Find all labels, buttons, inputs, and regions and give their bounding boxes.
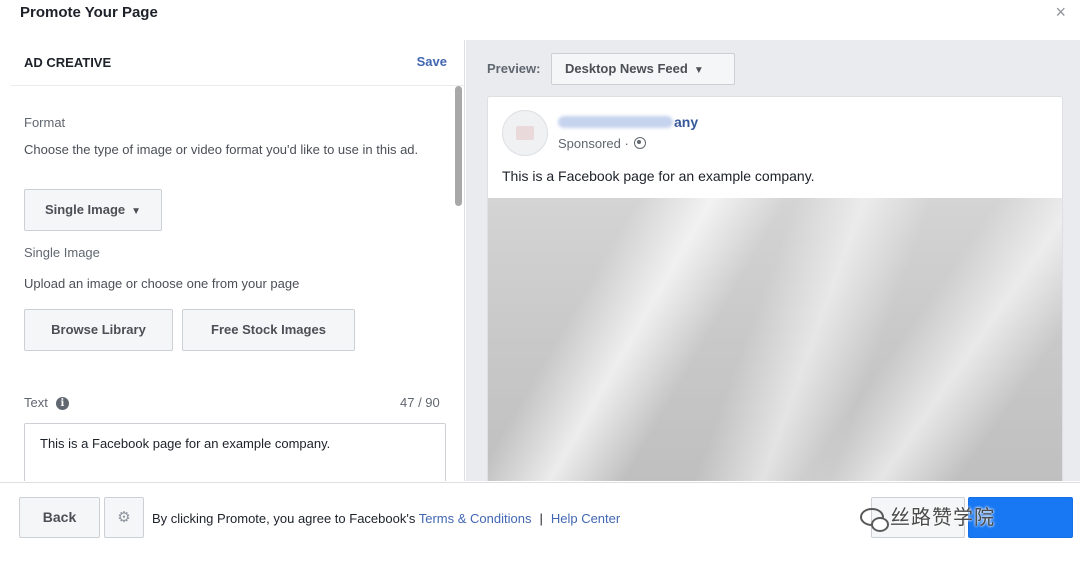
dialog-title: Promote Your Page [20, 4, 158, 21]
help-center-link[interactable]: Help Center [551, 511, 620, 526]
terms-link[interactable]: Terms & Conditions [419, 511, 532, 526]
watermark: 丝路赞学院 [860, 501, 995, 532]
ad-preview-post: any Sponsored · This is a Facebook page … [487, 96, 1063, 481]
gear-icon[interactable]: ⚙ [104, 497, 144, 538]
placement-value: Desktop News Feed [565, 61, 688, 76]
page-avatar [502, 110, 548, 156]
sponsored-label: Sponsored · [558, 136, 647, 151]
promote-page-dialog: Promote Your Page × AD CREATIVE Save For… [0, 0, 1080, 561]
character-counter: 47 / 90 [400, 395, 440, 410]
placement-dropdown[interactable]: Desktop News Feed ▼ [551, 53, 735, 85]
save-link[interactable]: Save [417, 54, 447, 69]
format-description: Choose the type of image or video format… [24, 142, 419, 157]
close-icon[interactable]: × [1055, 2, 1066, 23]
preview-label: Preview: [487, 61, 541, 76]
scrollbar-thumb[interactable] [455, 86, 462, 206]
terms-notice: By clicking Promote, you agree to Facebo… [152, 511, 620, 526]
back-button[interactable]: Back [19, 497, 100, 538]
format-dropdown[interactable]: Single Image ▼ [24, 189, 162, 231]
page-name[interactable]: any [558, 114, 698, 130]
text-label-row: Text i [24, 395, 69, 410]
left-panel-scrollbar[interactable] [455, 86, 463, 481]
preview-panel: Preview: Desktop News Feed ▼ any Sponsore… [466, 40, 1080, 481]
info-icon[interactable]: i [55, 397, 69, 410]
caret-down-icon: ▼ [131, 206, 142, 217]
terms-prefix: By clicking Promote, you agree to Facebo… [152, 511, 416, 526]
ad-text-input[interactable]: This is a Facebook page for an example c… [24, 423, 446, 481]
ad-creative-panel: AD CREATIVE Save Format Choose the type … [11, 40, 465, 481]
dialog-header: Promote Your Page × [0, 0, 1080, 30]
wechat-icon [860, 508, 889, 532]
post-image [488, 198, 1062, 481]
caret-down-icon: ▼ [693, 65, 704, 76]
dialog-footer: Back ⚙ By clicking Promote, you agree to… [0, 482, 1080, 561]
post-text: This is a Facebook page for an example c… [502, 168, 815, 184]
ad-creative-title: AD CREATIVE [24, 55, 112, 70]
ad-creative-header: AD CREATIVE Save [11, 40, 464, 86]
text-label: Text [24, 395, 48, 410]
single-image-description: Upload an image or choose one from your … [24, 276, 300, 291]
format-label: Format [24, 115, 66, 130]
globe-icon [634, 137, 647, 149]
browse-library-button[interactable]: Browse Library [24, 309, 173, 351]
blurred-name [558, 116, 673, 128]
format-dropdown-value: Single Image [44, 202, 126, 217]
free-stock-images-button[interactable]: Free Stock Images [182, 309, 355, 351]
link-separator: | [539, 511, 543, 526]
single-image-label: Single Image [24, 245, 100, 260]
